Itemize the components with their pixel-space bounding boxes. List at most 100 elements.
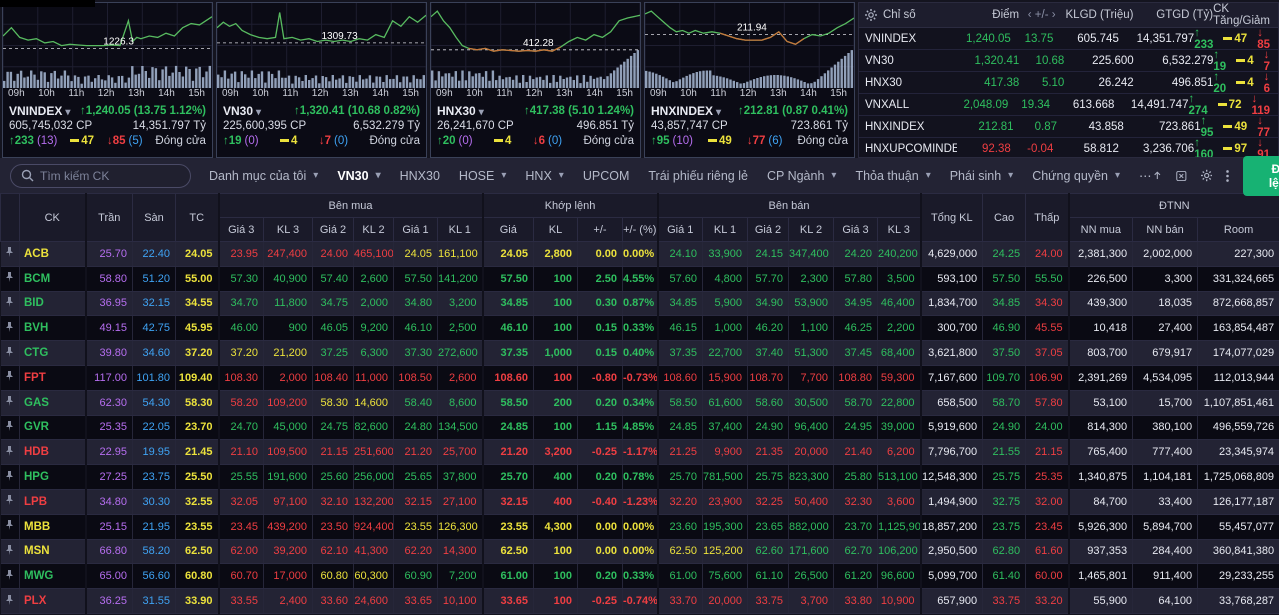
tab-hose[interactable]: HOSE▾ bbox=[459, 169, 506, 183]
index-name[interactable]: HNXINDEX▾ bbox=[651, 104, 721, 118]
index-row-hnx30[interactable]: HNX30417.385.1026.242496.851↑ 204↓ 6 bbox=[859, 72, 1278, 94]
excel-icon[interactable] bbox=[1176, 169, 1187, 183]
col-match-k[interactable]: KL bbox=[534, 218, 578, 242]
index-row-hnxindex[interactable]: HNXINDEX212.810.8743.858723.861↑ 9549↓ 7… bbox=[859, 116, 1278, 138]
pin-icon[interactable] bbox=[5, 297, 14, 307]
col-san[interactable]: Sàn bbox=[133, 194, 176, 242]
col-ck[interactable]: CK bbox=[20, 194, 86, 242]
col-buy-g3[interactable]: Giá 3 bbox=[219, 218, 264, 242]
stock-row-gas[interactable]: GAS62.3054.3058.3058.20109,20058.3014,60… bbox=[1, 390, 1279, 415]
pin-cell[interactable] bbox=[1, 440, 20, 465]
pin-cell[interactable] bbox=[1, 489, 20, 514]
col-match-g[interactable]: Giá bbox=[483, 218, 534, 242]
stock-row-bvh[interactable]: BVH49.1542.7545.9546.0090046.059,20046.1… bbox=[1, 316, 1279, 341]
pin-icon[interactable] bbox=[5, 396, 14, 406]
col-sell-g3[interactable]: Giá 3 bbox=[834, 218, 878, 242]
col-sell-k2[interactable]: KL 2 bbox=[789, 218, 834, 242]
col-sell-k1[interactable]: KL 1 bbox=[703, 218, 748, 242]
pin-icon[interactable] bbox=[5, 371, 14, 381]
col-sell-g2[interactable]: Giá 2 bbox=[748, 218, 789, 242]
gear-icon[interactable] bbox=[1201, 168, 1212, 183]
pin-cell[interactable] bbox=[1, 390, 20, 415]
tab-cp-ngành[interactable]: CP Ngành▾ bbox=[767, 169, 836, 183]
stock-row-gvr[interactable]: GVR25.3522.0523.7024.7045,00024.7582,600… bbox=[1, 415, 1279, 440]
pin-icon[interactable] bbox=[5, 272, 14, 282]
pin-cell[interactable] bbox=[1, 266, 20, 291]
stock-row-plx[interactable]: PLX36.2531.5533.9033.552,40033.6024,6003… bbox=[1, 589, 1279, 614]
col-nn-mua[interactable]: NN mua bbox=[1069, 218, 1133, 242]
search-box[interactable] bbox=[10, 164, 191, 188]
pin-icon[interactable] bbox=[5, 322, 14, 332]
tab-phái-sinh[interactable]: Phái sinh▾ bbox=[950, 169, 1013, 183]
search-input[interactable] bbox=[40, 169, 180, 183]
col-match-chg[interactable]: +/- bbox=[578, 218, 623, 242]
pin-icon[interactable] bbox=[5, 347, 14, 357]
tab-upcom[interactable]: UPCOM bbox=[583, 169, 630, 183]
pin-icon[interactable] bbox=[5, 570, 14, 580]
index-col-chg[interactable]: ‹ +/- › bbox=[1019, 9, 1064, 21]
pin-icon[interactable] bbox=[5, 595, 14, 605]
pin-cell[interactable] bbox=[1, 564, 20, 589]
index-row-vnindex[interactable]: VNINDEX1,240.0513.75605.74514,351.797↑ 2… bbox=[859, 28, 1278, 50]
col-buy-k1[interactable]: KL 1 bbox=[438, 218, 483, 242]
stock-row-hdb[interactable]: HDB22.9519.9521.4521.10109,50021.15251,6… bbox=[1, 440, 1279, 465]
tab-chứng-quyền[interactable]: Chứng quyền▾ bbox=[1032, 169, 1120, 183]
pin-icon[interactable] bbox=[5, 247, 14, 257]
pin-icon[interactable] bbox=[5, 421, 14, 431]
col-match-pct[interactable]: +/- (%) bbox=[623, 218, 658, 242]
stock-row-acb[interactable]: ACB25.7022.4024.0523.95247,40024.00465,1… bbox=[1, 242, 1279, 267]
pin-icon[interactable] bbox=[5, 520, 14, 530]
tab-trái-phiếu-riêng-lẻ[interactable]: Trái phiếu riêng lẻ bbox=[648, 169, 748, 183]
col-low[interactable]: Thấp bbox=[1026, 194, 1069, 242]
pin-cell[interactable] bbox=[1, 465, 20, 490]
gear-icon[interactable] bbox=[865, 9, 877, 21]
pin-cell[interactable] bbox=[1, 539, 20, 564]
place-order-button[interactable]: Đặt lệnh bbox=[1243, 156, 1279, 196]
col-sell-k3[interactable]: KL 3 bbox=[878, 218, 921, 242]
col-tran[interactable]: Trần bbox=[86, 194, 133, 242]
col-tc[interactable]: TC bbox=[176, 194, 219, 242]
stock-row-hpg[interactable]: HPG27.2523.7525.5025.55191,60025.60256,0… bbox=[1, 465, 1279, 490]
pin-icon[interactable] bbox=[5, 545, 14, 555]
tab-vn30[interactable]: VN30▾ bbox=[337, 169, 380, 183]
index-name[interactable]: HNX30▾ bbox=[437, 104, 484, 118]
col-room[interactable]: Room bbox=[1198, 218, 1279, 242]
kebab-menu-icon[interactable] bbox=[1226, 168, 1229, 184]
tab-danh-mục-của-tôi[interactable]: Danh mục của tôi▾ bbox=[209, 169, 318, 183]
stock-row-mbb[interactable]: MBB25.1521.9523.5523.45439,20023.50924,4… bbox=[1, 514, 1279, 539]
stock-row-mwg[interactable]: MWG65.0056.6060.8060.7017,00060.8060,300… bbox=[1, 564, 1279, 589]
pin-cell[interactable] bbox=[1, 514, 20, 539]
tab-hnx30[interactable]: HNX30 bbox=[400, 169, 440, 183]
col-buy-g1[interactable]: Giá 1 bbox=[394, 218, 438, 242]
stock-row-msn[interactable]: MSN66.8058.2062.5062.0039,20062.1041,300… bbox=[1, 539, 1279, 564]
pin-cell[interactable] bbox=[1, 291, 20, 316]
pin-icon[interactable] bbox=[5, 495, 14, 505]
pin-icon[interactable] bbox=[5, 471, 14, 481]
tab-⋯[interactable]: ⋯ bbox=[1139, 168, 1152, 183]
pin-cell[interactable] bbox=[1, 242, 20, 267]
export-icon[interactable] bbox=[1152, 169, 1163, 183]
index-row-vn30[interactable]: VN301,320.4110.68225.6006,532.279↑ 194↓ … bbox=[859, 50, 1278, 72]
col-buy-k3[interactable]: KL 3 bbox=[264, 218, 313, 242]
stock-row-fpt[interactable]: FPT117.00101.80109.40108.302,000108.4011… bbox=[1, 365, 1279, 390]
tab-hnx[interactable]: HNX▾ bbox=[525, 169, 563, 183]
stock-row-bcm[interactable]: BCM58.8051.2055.0057.3040,90057.402,6005… bbox=[1, 266, 1279, 291]
pin-cell[interactable] bbox=[1, 316, 20, 341]
pin-icon[interactable] bbox=[5, 446, 14, 456]
tab-thỏa-thuận[interactable]: Thỏa thuận▾ bbox=[855, 169, 930, 183]
col-total[interactable]: Tổng KL bbox=[921, 194, 983, 242]
stock-row-bid[interactable]: BID36.9532.1534.5534.7011,80034.752,0003… bbox=[1, 291, 1279, 316]
pin-cell[interactable] bbox=[1, 365, 20, 390]
stock-row-ctg[interactable]: CTG39.8034.6037.2037.2021,20037.256,3003… bbox=[1, 341, 1279, 366]
col-buy-k2[interactable]: KL 2 bbox=[354, 218, 394, 242]
pin-cell[interactable] bbox=[1, 341, 20, 366]
pin-cell[interactable] bbox=[1, 589, 20, 614]
index-name[interactable]: VNINDEX▾ bbox=[9, 104, 70, 118]
index-row-vnxall[interactable]: VNXALL2,048.0919.34613.66814,491.747↑ 27… bbox=[859, 94, 1278, 116]
pin-cell[interactable] bbox=[1, 415, 20, 440]
index-name[interactable]: VN30▾ bbox=[223, 104, 261, 118]
stock-row-lpb[interactable]: LPB34.8030.3032.5532.0597,10032.10132,20… bbox=[1, 489, 1279, 514]
col-buy-g2[interactable]: Giá 2 bbox=[313, 218, 354, 242]
col-high[interactable]: Cao bbox=[983, 194, 1026, 242]
col-nn-ban[interactable]: NN bán bbox=[1133, 218, 1198, 242]
